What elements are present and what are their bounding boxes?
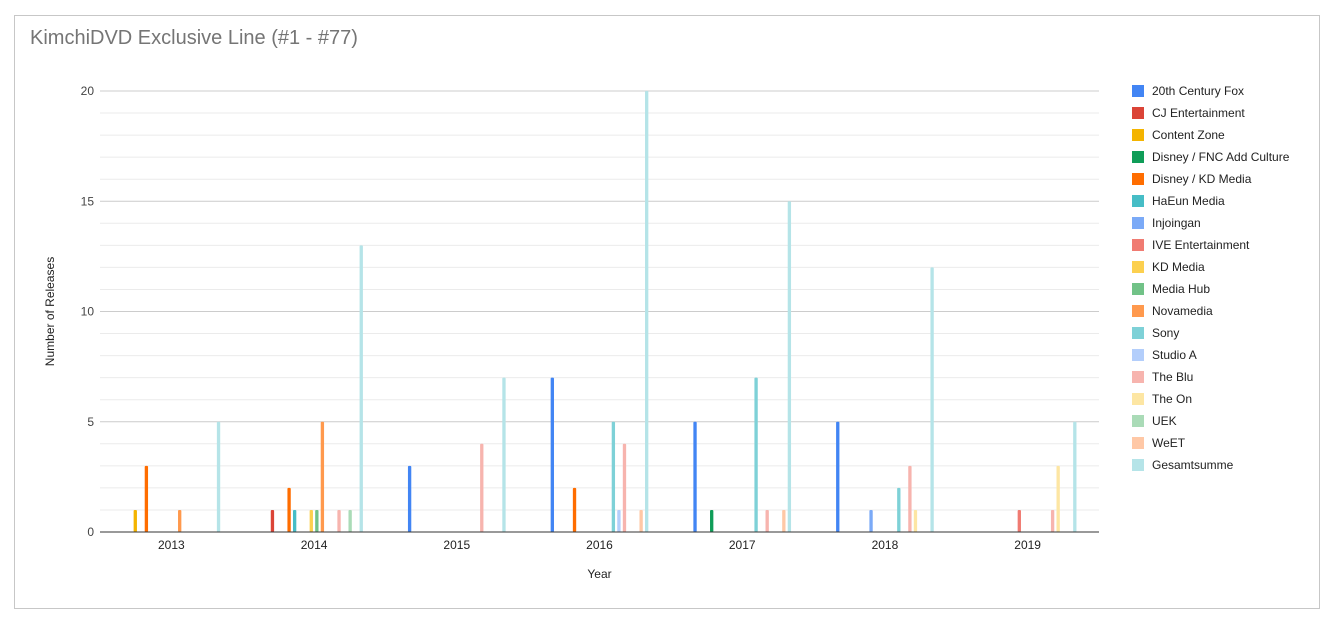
legend-label: Disney / FNC Add Culture (1152, 150, 1290, 164)
bar-sony-2018 (897, 487, 901, 532)
x-tick-label: 2019 (1014, 538, 1041, 552)
legend-swatch (1132, 85, 1144, 97)
legend-label: The Blu (1152, 370, 1193, 384)
x-tick-label: 2016 (586, 538, 613, 552)
legend-swatch (1132, 107, 1144, 119)
legend-label: IVE Entertainment (1152, 238, 1250, 252)
legend-label: UEK (1152, 414, 1177, 428)
y-axis-title: Number of Releases (43, 257, 57, 366)
x-tick-label: 2018 (872, 538, 899, 552)
legend-label: Sony (1152, 326, 1179, 340)
legend-swatch (1132, 261, 1144, 273)
bar-the-blu-2016 (622, 443, 627, 532)
legend-swatch (1132, 393, 1144, 405)
legend-label: KD Media (1152, 260, 1205, 274)
bar-gesamtsumme-2018 (930, 267, 934, 532)
legend-swatch (1132, 283, 1144, 295)
bar-the-on-2019 (1056, 465, 1060, 532)
y-tick-label: 0 (87, 525, 94, 539)
bar-haeun-media-2014 (292, 509, 297, 532)
legend-swatch (1132, 151, 1144, 163)
legend-swatch (1132, 129, 1144, 141)
bar-ive-entertainment-2019 (1017, 509, 1021, 532)
grid-lines (100, 90, 1099, 533)
legend-label: Content Zone (1152, 128, 1225, 142)
legend-label: CJ Entertainment (1152, 106, 1245, 120)
bar-gesamtsumme-2016 (645, 91, 649, 532)
bar-20th-century-fox-2015 (407, 465, 412, 532)
legend-swatch (1132, 173, 1144, 185)
y-tick-label: 10 (81, 305, 95, 319)
legend-swatch (1132, 415, 1144, 427)
bar-uek-2014 (348, 509, 352, 532)
bar-gesamtsumme-2015 (502, 377, 506, 532)
bar-gesamtsumme-2017 (787, 201, 792, 532)
x-tick-label: 2017 (729, 538, 756, 552)
bar-sony-2016 (611, 421, 616, 532)
bar-20th-century-fox-2017 (693, 421, 697, 532)
bar-novamedia-2014 (320, 421, 325, 532)
bar-the-blu-2017 (765, 509, 769, 532)
bar-the-blu-2018 (908, 465, 912, 532)
bar-content-zone-2013 (133, 509, 137, 532)
bar-gesamtsumme-2019 (1073, 421, 1077, 532)
legend-label: Injoingan (1152, 216, 1201, 230)
legend-swatch (1132, 349, 1144, 361)
bar-20th-century-fox-2016 (550, 377, 554, 532)
legend-swatch (1132, 437, 1144, 449)
legend: 20th Century Fox CJ Entertainment Content … (1132, 84, 1290, 472)
bar-the-blu-2015 (480, 443, 484, 532)
bar-injoingan-2018 (869, 509, 873, 532)
bar-sony-2017 (754, 377, 758, 532)
legend-swatch (1132, 459, 1144, 471)
bar-studio-a-2016 (617, 509, 621, 532)
bar-weet-2017 (782, 509, 786, 532)
bar-weet-2016 (639, 509, 643, 532)
legend-swatch (1132, 371, 1144, 383)
x-axis-title: Year (587, 567, 611, 581)
bar-20th-century-fox-2018 (836, 421, 840, 532)
bar-the-blu-2019 (1050, 509, 1055, 532)
legend-label: WeET (1152, 436, 1186, 450)
legend-swatch (1132, 217, 1144, 229)
bar-disney-fnc-add-culture-2017 (710, 509, 714, 532)
bar-disney-kd-media-2016 (572, 487, 577, 532)
bar-disney-kd-media-2013 (144, 465, 149, 532)
y-tick-label: 15 (81, 194, 95, 208)
y-tick-label: 5 (87, 415, 94, 429)
legend-label: Gesamtsumme (1152, 458, 1234, 472)
bar-kd-media-2014 (309, 509, 313, 532)
legend-swatch (1132, 195, 1144, 207)
legend-label: HaEun Media (1152, 194, 1225, 208)
legend-label: The On (1152, 392, 1192, 406)
x-tick-label: 2013 (158, 538, 185, 552)
legend-label: Disney / KD Media (1152, 172, 1252, 186)
bar-gesamtsumme-2014 (359, 245, 363, 532)
bar-media-hub-2014 (315, 509, 319, 532)
legend-label: Studio A (1152, 348, 1197, 362)
x-tick-label: 2015 (443, 538, 470, 552)
bar-novamedia-2013 (178, 509, 182, 532)
bar-cj-entertainment-2014 (270, 509, 275, 532)
legend-label: Novamedia (1152, 304, 1213, 318)
legend-swatch (1132, 305, 1144, 317)
axes: 0 5 10 15 20 2013 2014 2015 2016 2017 2018 2019 Year… (43, 84, 1099, 581)
legend-swatch (1132, 239, 1144, 251)
bar-disney-kd-media-2014 (287, 487, 291, 532)
bar-the-blu-2014 (337, 509, 341, 532)
legend-swatch (1132, 327, 1144, 339)
legend-label: 20th Century Fox (1152, 84, 1244, 98)
legend-label: Media Hub (1152, 282, 1210, 296)
bar-the-on-2018 (913, 509, 918, 532)
chart-canvas: 0 5 10 15 20 2013 2014 2015 2016 2017 2018 2019 Year… (43, 84, 1290, 581)
y-tick-label: 20 (81, 84, 95, 98)
x-tick-label: 2014 (301, 538, 328, 552)
bar-gesamtsumme-2013 (216, 421, 221, 532)
